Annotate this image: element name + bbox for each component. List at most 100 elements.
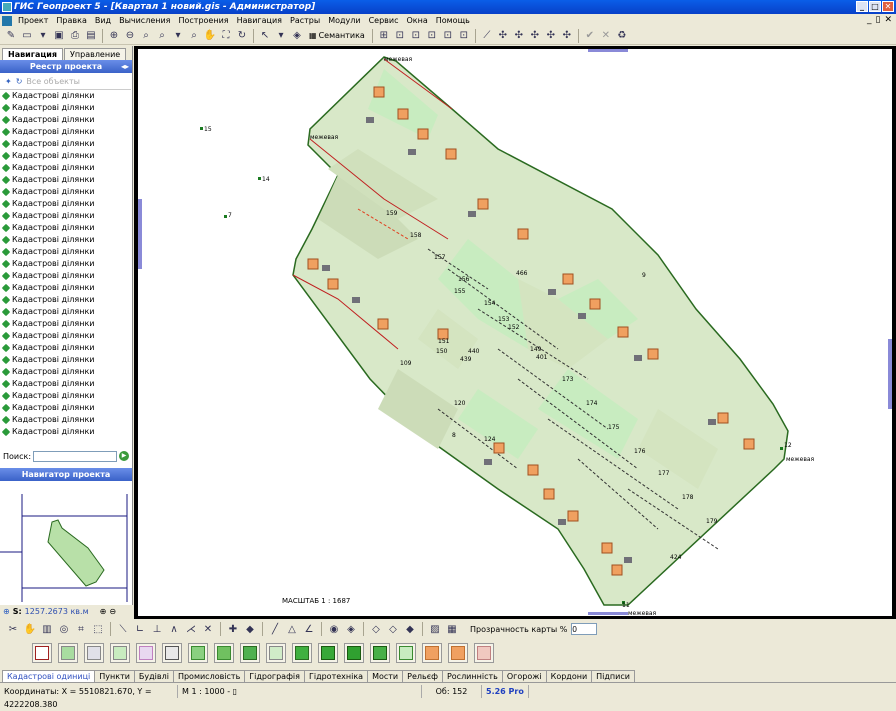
registry-item[interactable]: Кадастрові ділянки <box>0 198 131 210</box>
layer-tab[interactable]: Кордони <box>545 670 593 682</box>
zoom-out-icon[interactable]: ⊖ <box>109 607 116 616</box>
registry-item[interactable]: Кадастрові ділянки <box>0 378 131 390</box>
node-delete-icon[interactable]: ⊡ <box>441 29 455 43</box>
snap-node-icon[interactable]: ∟ <box>133 622 147 636</box>
registry-item[interactable]: Кадастрові ділянки <box>0 222 131 234</box>
dropdown-arrow-icon[interactable]: ▾ <box>171 29 185 43</box>
style-swatch[interactable] <box>292 643 312 663</box>
registry-item[interactable]: Кадастрові ділянки <box>0 162 131 174</box>
print-icon[interactable]: ⎙ <box>68 29 82 43</box>
registry-item[interactable]: Кадастрові ділянки <box>0 330 131 342</box>
layer-tab[interactable]: Кадастрові одиниці <box>2 670 96 682</box>
draw-line-icon[interactable]: ⟋ <box>480 29 494 43</box>
layer-tab[interactable]: Огорожі <box>501 670 547 682</box>
zoom-out-icon[interactable]: ⊖ <box>123 29 137 43</box>
snap-line-icon[interactable]: ⋌ <box>184 622 198 636</box>
style-swatch[interactable] <box>188 643 208 663</box>
mdi-close-button[interactable]: ✕ <box>884 15 892 25</box>
vertex-add-icon[interactable]: ✣ <box>512 29 526 43</box>
registry-item[interactable]: Кадастрові ділянки <box>0 258 131 270</box>
menu-windows[interactable]: Окна <box>402 16 431 25</box>
style-swatch[interactable] <box>32 643 52 663</box>
layer-tab[interactable]: Гідротехніка <box>303 670 369 682</box>
snap-cross-icon[interactable]: ✕ <box>201 622 215 636</box>
dropdown-arrow-icon[interactable]: ▾ <box>274 29 288 43</box>
menu-service[interactable]: Сервис <box>365 16 403 25</box>
layer-tab[interactable]: Рослинність <box>441 670 503 682</box>
open-folder-icon[interactable]: ▭ <box>20 29 34 43</box>
menu-view[interactable]: Вид <box>91 16 115 25</box>
all-objects-label[interactable]: Все объекты <box>26 77 80 86</box>
registry-item[interactable]: Кадастрові ділянки <box>0 270 131 282</box>
map-window[interactable]: МАСШТАБ 1 : 1687 межевая межевая межевая… <box>134 46 896 619</box>
raster-icon[interactable]: ▨ <box>428 622 442 636</box>
dropdown-arrow-icon[interactable]: ▾ <box>36 29 50 43</box>
hand-icon[interactable]: ✋ <box>23 622 37 636</box>
hatch-icon[interactable]: ▥ <box>40 622 54 636</box>
registry-item[interactable]: Кадастрові ділянки <box>0 102 131 114</box>
table-icon[interactable]: ⊞ <box>377 29 391 43</box>
registry-item[interactable]: Кадастрові ділянки <box>0 138 131 150</box>
layer-tab[interactable]: Гідрографія <box>244 670 305 682</box>
zoom-in-icon[interactable]: ⊕ <box>100 607 107 616</box>
trash-icon[interactable]: ♻ <box>615 29 629 43</box>
scale-readout[interactable]: М 1 : 1000 - ▯ <box>178 685 422 698</box>
registry-item[interactable]: Кадастрові ділянки <box>0 354 131 366</box>
layer-tab[interactable]: Пункти <box>94 670 135 682</box>
registry-item[interactable]: Кадастрові ділянки <box>0 414 131 426</box>
zoom-window-icon[interactable]: ⌕ <box>139 29 153 43</box>
vertex-delete-icon[interactable]: ✣ <box>544 29 558 43</box>
registry-item[interactable]: Кадастрові ділянки <box>0 294 131 306</box>
map-canvas[interactable]: МАСШТАБ 1 : 1687 межевая межевая межевая… <box>138 49 892 616</box>
style-swatch[interactable] <box>266 643 286 663</box>
snap-point-icon[interactable]: ⟍ <box>116 622 130 636</box>
fill-icon[interactable]: ◈ <box>344 622 358 636</box>
style-swatch[interactable] <box>162 643 182 663</box>
layer-tab[interactable]: Промисловість <box>172 670 246 682</box>
style-swatch[interactable] <box>84 643 104 663</box>
menu-project[interactable]: Проект <box>14 16 52 25</box>
vertex-move-icon[interactable]: ✣ <box>528 29 542 43</box>
snap-perp-icon[interactable]: ⊥ <box>150 622 164 636</box>
tab-management[interactable]: Управление <box>64 48 127 60</box>
cancel-x-icon[interactable]: ✕ <box>599 29 613 43</box>
fit-screen-icon[interactable]: ⛶ <box>219 29 233 43</box>
style-c-icon[interactable]: ◆ <box>403 622 417 636</box>
angle-icon[interactable]: ∠ <box>302 622 316 636</box>
document-icon[interactable] <box>2 15 12 26</box>
add-point-icon[interactable]: ✚ <box>226 622 240 636</box>
save-icon[interactable]: ▣ <box>52 29 66 43</box>
zoom-previous-icon[interactable]: ⌕ <box>155 29 169 43</box>
registry-item[interactable]: Кадастрові ділянки <box>0 282 131 294</box>
pan-hand-icon[interactable]: ✋ <box>203 29 217 43</box>
style-swatch[interactable] <box>58 643 78 663</box>
menu-modules[interactable]: Модули <box>324 16 364 25</box>
registry-item[interactable]: Кадастрові ділянки <box>0 318 131 330</box>
registry-item[interactable]: Кадастрові ділянки <box>0 126 131 138</box>
style-b-icon[interactable]: ◇ <box>386 622 400 636</box>
mdi-restore-button[interactable]: ▯ <box>876 15 881 25</box>
cut-icon[interactable]: ✂ <box>6 622 20 636</box>
semantics-button[interactable]: ▦ Семантика <box>306 29 368 43</box>
snap-angle-icon[interactable]: ∧ <box>167 622 181 636</box>
registry-item[interactable]: Кадастрові ділянки <box>0 234 131 246</box>
ruler-icon[interactable]: ╱ <box>268 622 282 636</box>
search-go-button[interactable]: ▶ <box>119 451 130 461</box>
registry-item[interactable]: Кадастрові ділянки <box>0 342 131 354</box>
layer-tab[interactable]: Будівлі <box>133 670 174 682</box>
registry-item[interactable]: Кадастрові ділянки <box>0 90 131 102</box>
registry-item[interactable]: Кадастрові ділянки <box>0 402 131 414</box>
move-icon[interactable]: ⬚ <box>91 622 105 636</box>
zoom-in-icon[interactable]: ⊕ <box>107 29 121 43</box>
select-arrow-icon[interactable]: ↖ <box>258 29 272 43</box>
layer-tab[interactable]: Підписи <box>591 670 635 682</box>
eraser-icon[interactable]: ◆ <box>243 622 257 636</box>
style-swatch[interactable] <box>136 643 156 663</box>
style-swatch[interactable] <box>474 643 494 663</box>
menu-rasters[interactable]: Растры <box>286 16 324 25</box>
style-swatch[interactable] <box>370 643 390 663</box>
triangle-icon[interactable]: △ <box>285 622 299 636</box>
registry-item[interactable]: Кадастрові ділянки <box>0 366 131 378</box>
menu-help[interactable]: Помощь <box>432 16 474 25</box>
opacity-input[interactable] <box>571 623 598 635</box>
